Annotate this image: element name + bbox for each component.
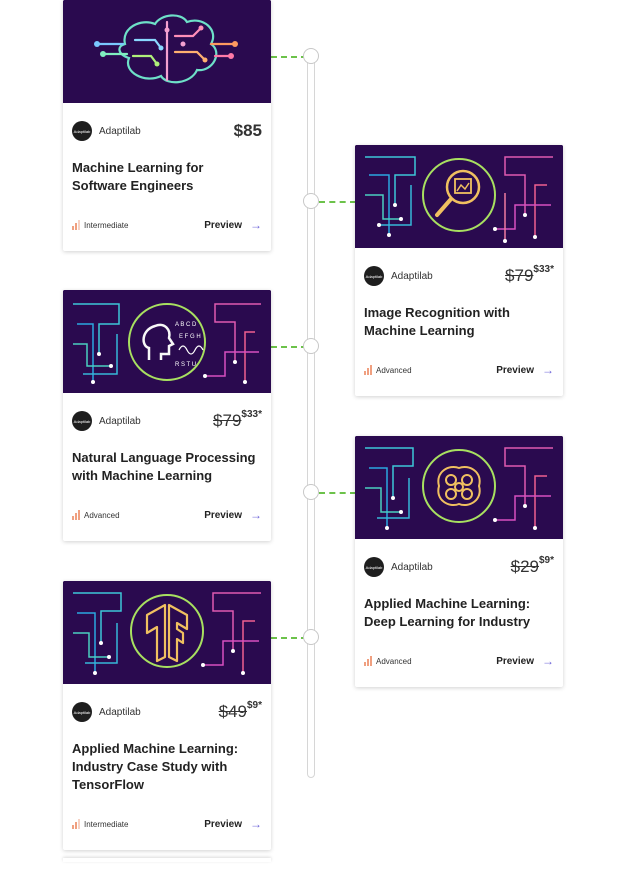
provider-name: Adaptilab (99, 706, 141, 718)
timeline-node (303, 193, 319, 209)
timeline-connector (319, 492, 356, 494)
level-bars-icon (72, 819, 80, 829)
arrow-right-icon: → (542, 654, 554, 668)
provider-avatar: Adaptilab (72, 121, 92, 141)
timeline-line (307, 52, 315, 778)
price-original: $29 (510, 557, 539, 576)
course-title[interactable]: Applied Machine Learning: Industry Case … (72, 740, 262, 794)
preview-label: Preview (496, 364, 534, 376)
price: $85 (234, 121, 262, 141)
level-label: Advanced (84, 510, 120, 520)
price-original: $49 (218, 702, 247, 721)
price-sale: $9* (538, 555, 554, 566)
course-card[interactable]: Adaptilab Adaptilab $49 $9* Applied Mach… (63, 581, 271, 850)
svg-text:A B C D: A B C D (175, 322, 197, 328)
course-card[interactable]: A B C D E F G H R S T U Adaptilab Adapti… (63, 290, 271, 541)
price: $49 $9* (218, 700, 262, 722)
level-bars-icon (364, 365, 372, 375)
brain-circuit-icon (63, 0, 271, 103)
course-image (63, 0, 271, 103)
price-sale: $33* (533, 264, 554, 275)
price-original: $79 (505, 266, 534, 285)
level-bars-icon (72, 510, 80, 520)
timeline-connector (271, 637, 307, 639)
provider-avatar: Adaptilab (72, 411, 92, 431)
preview-button[interactable]: Preview → (204, 508, 262, 522)
course-title[interactable]: Machine Learning for Software Engineers (72, 159, 262, 195)
image-magnifier-icon (355, 145, 563, 248)
preview-label: Preview (496, 655, 534, 667)
level-bars-icon (364, 656, 372, 666)
course-card[interactable]: Adaptilab Adaptilab $79 $33* Image Recog… (355, 145, 563, 396)
arrow-right-icon: → (542, 363, 554, 377)
price-sale: $33* (241, 409, 262, 420)
provider-name: Adaptilab (99, 125, 141, 137)
arrow-right-icon: → (250, 508, 262, 522)
preview-button[interactable]: Preview → (496, 654, 554, 668)
level-label: Advanced (376, 656, 412, 666)
course-title[interactable]: Applied Machine Learning: Deep Learning … (364, 595, 554, 631)
brain-circle-icon (355, 436, 563, 539)
price: $79 $33* (213, 409, 262, 431)
level-indicator: Intermediate (72, 819, 128, 829)
tensorflow-icon (63, 581, 271, 684)
preview-button[interactable]: Preview → (204, 218, 262, 232)
level-indicator: Intermediate (72, 220, 128, 230)
preview-button[interactable]: Preview → (204, 817, 262, 831)
timeline-node (303, 48, 319, 64)
level-bars-icon (72, 220, 80, 230)
course-title[interactable]: Image Recognition with Machine Learning (364, 304, 554, 340)
price-current: $85 (233, 121, 262, 140)
course-image (63, 581, 271, 684)
provider-avatar: Adaptilab (364, 557, 384, 577)
course-card[interactable]: Adaptilab Adaptilab $85 Machine Learning… (63, 0, 271, 251)
level-indicator: Advanced (72, 510, 120, 520)
timeline-connector (271, 346, 307, 348)
provider-avatar: Adaptilab (364, 266, 384, 286)
course-title[interactable]: Natural Language Processing with Machine… (72, 449, 262, 485)
course-image: A B C D E F G H R S T U (63, 290, 271, 393)
provider-name: Adaptilab (391, 561, 433, 573)
price-original: $79 (213, 411, 242, 430)
preview-label: Preview (204, 509, 242, 521)
provider-name: Adaptilab (391, 270, 433, 282)
preview-button[interactable]: Preview → (496, 363, 554, 377)
timeline-connector (319, 201, 356, 203)
timeline-node (303, 338, 319, 354)
timeline-node (303, 629, 319, 645)
preview-label: Preview (204, 219, 242, 231)
price: $79 $33* (505, 264, 554, 286)
svg-text:E F G H: E F G H (179, 334, 201, 340)
level-indicator: Advanced (364, 656, 412, 666)
next-card-edge (63, 858, 271, 862)
course-card[interactable]: Adaptilab Adaptilab $29 $9* Applied Mach… (355, 436, 563, 687)
preview-label: Preview (204, 818, 242, 830)
provider-avatar: Adaptilab (72, 702, 92, 722)
head-letters-icon: A B C D E F G H R S T U (63, 290, 271, 393)
arrow-right-icon: → (250, 817, 262, 831)
svg-text:R S T U: R S T U (175, 362, 196, 368)
timeline-node (303, 484, 319, 500)
level-label: Intermediate (84, 819, 129, 829)
level-label: Intermediate (84, 220, 129, 230)
arrow-right-icon: → (250, 218, 262, 232)
level-indicator: Advanced (364, 365, 412, 375)
provider-name: Adaptilab (99, 415, 141, 427)
course-image (355, 145, 563, 248)
timeline-connector (271, 56, 307, 58)
level-label: Advanced (376, 365, 412, 375)
price-sale: $9* (246, 700, 262, 711)
course-image (355, 436, 563, 539)
price: $29 $9* (510, 555, 554, 577)
